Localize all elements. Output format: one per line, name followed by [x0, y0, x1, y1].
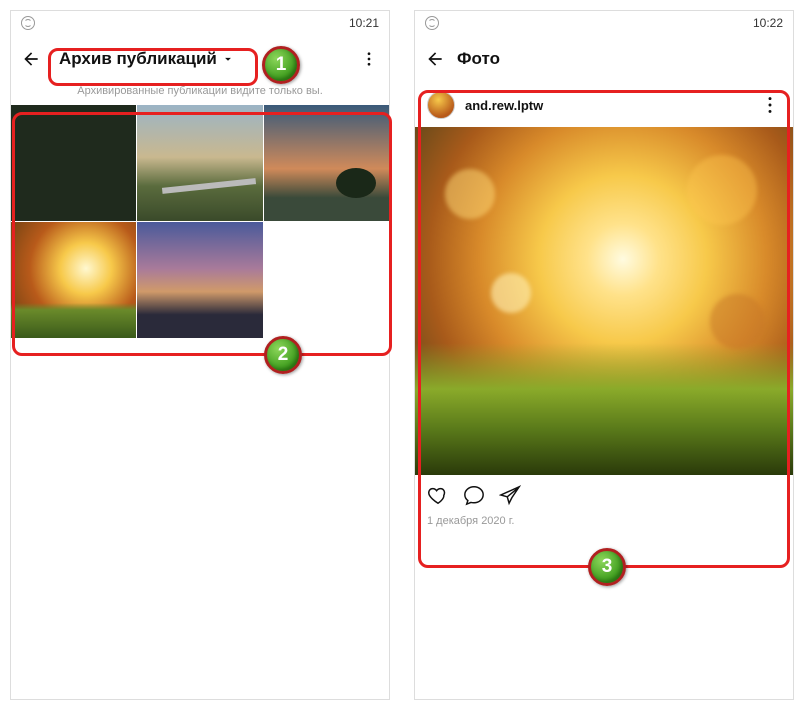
post-header: and.rew.lptw — [415, 83, 793, 127]
page-title: Архив публикаций — [59, 49, 217, 69]
back-button[interactable] — [423, 47, 447, 71]
archive-dropdown[interactable]: Архив публикаций — [53, 45, 241, 73]
grid-cell[interactable] — [137, 222, 262, 338]
grid-cell[interactable] — [11, 222, 136, 338]
status-time: 10:21 — [349, 16, 379, 30]
chevron-down-icon — [221, 52, 235, 66]
page-title: Фото — [457, 49, 500, 69]
archive-grid — [11, 105, 389, 338]
post-username[interactable]: and.rew.lptw — [465, 98, 543, 113]
status-bar: 10:22 — [415, 11, 793, 35]
status-bar: 10:21 — [11, 11, 389, 35]
share-icon[interactable] — [499, 484, 521, 506]
grid-cell[interactable] — [11, 105, 136, 221]
status-time: 10:22 — [753, 16, 783, 30]
post-more-button[interactable] — [759, 94, 781, 116]
shazam-icon — [21, 16, 35, 30]
arrow-left-icon — [425, 49, 445, 69]
more-button[interactable] — [357, 47, 381, 71]
archive-subtitle: Архивированные публикации видите только … — [11, 83, 389, 105]
back-button[interactable] — [19, 47, 43, 71]
more-vert-icon — [759, 94, 781, 116]
arrow-left-icon — [21, 49, 41, 69]
more-vert-icon — [360, 50, 378, 68]
grid-cell[interactable] — [264, 105, 389, 221]
shazam-icon — [425, 16, 439, 30]
grid-cell[interactable] — [137, 105, 262, 221]
comment-icon[interactable] — [463, 484, 485, 506]
grid-cell-empty — [264, 222, 389, 338]
heart-icon[interactable] — [427, 484, 449, 506]
post-date: 1 декабря 2020 г. — [415, 515, 793, 537]
phone-right: 10:22 Фото and.rew.lptw 1 декабря 2020 г… — [414, 10, 794, 700]
title-bar: Фото — [415, 35, 793, 83]
title-bar: Архив публикаций — [11, 35, 389, 83]
post-actions — [415, 475, 793, 515]
post-image[interactable] — [415, 127, 793, 475]
post: and.rew.lptw 1 декабря 2020 г. — [415, 83, 793, 537]
phone-left: 10:21 Архив публикаций Архивированные пу… — [10, 10, 390, 700]
avatar[interactable] — [427, 91, 455, 119]
